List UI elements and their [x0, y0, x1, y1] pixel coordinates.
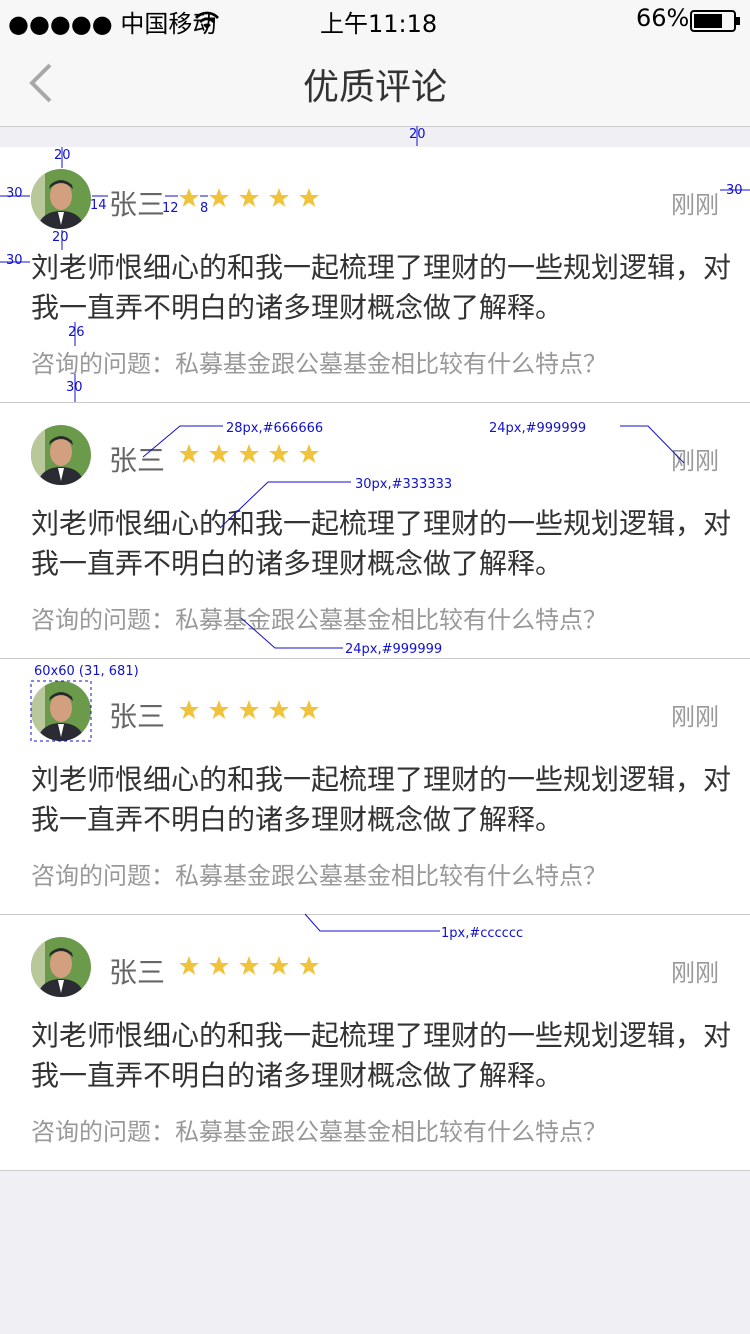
consult-question: 咨询的问题：私募基金跟公墓基金相比较有什么特点？: [31, 1118, 607, 1146]
rating-stars: [178, 187, 320, 213]
star-icon: [299, 444, 319, 463]
clock: 上午11:18: [320, 10, 438, 38]
commenter-name: 张三: [109, 700, 166, 733]
star-icon: [269, 956, 289, 975]
rating-stars: [178, 699, 320, 725]
comment-item: 张三 刚刚 刘老师恨细心的和我一起梳理了理财的一些规划逻辑，对我一直弄不明白的诸…: [0, 659, 750, 915]
consult-question: 咨询的问题：私募基金跟公墓基金相比较有什么特点？: [31, 350, 607, 378]
star-icon: [209, 700, 229, 719]
star-icon: [209, 444, 229, 463]
consult-question: 咨询的问题：私募基金跟公墓基金相比较有什么特点？: [31, 862, 607, 890]
avatar[interactable]: [31, 425, 91, 485]
star-icon: [239, 700, 259, 719]
star-icon: [239, 188, 259, 207]
star-icon: [239, 956, 259, 975]
star-icon: [179, 444, 199, 463]
avatar[interactable]: [31, 681, 91, 741]
wifi-icon: [195, 11, 219, 29]
star-icon: [179, 700, 199, 719]
star-icon: [239, 444, 259, 463]
star-icon: [209, 956, 229, 975]
star-icon: [299, 700, 319, 719]
comment-content: 刘老师恨细心的和我一起梳理了理财的一些规划逻辑，对我一直弄不明白的诸多理财概念做…: [31, 1019, 732, 1092]
rating-stars: [178, 955, 320, 981]
star-icon: [179, 188, 199, 207]
comment-time: 刚刚: [671, 959, 719, 987]
commenter-name: 张三: [109, 444, 166, 477]
commenter-name: 张三: [109, 956, 166, 989]
comment-item: 张三 刚刚 刘老师恨细心的和我一起梳理了理财的一些规划逻辑，对我一直弄不明白的诸…: [0, 403, 750, 659]
comment-item: 张三 刚刚 刘老师恨细心的和我一起梳理了理财的一些规划逻辑，对我一直弄不明白的诸…: [0, 915, 750, 1171]
comment-content: 刘老师恨细心的和我一起梳理了理财的一些规划逻辑，对我一直弄不明白的诸多理财概念做…: [31, 507, 732, 580]
battery-percent: 66%: [636, 4, 690, 32]
comment-content: 刘老师恨细心的和我一起梳理了理财的一些规划逻辑，对我一直弄不明白的诸多理财概念做…: [31, 251, 732, 324]
comment-time: 刚刚: [671, 447, 719, 475]
star-icon: [299, 188, 319, 207]
star-icon: [209, 188, 229, 207]
comment-item: 张三 刚刚 刘老师恨细心的和我一起梳理了理财的一些规划逻辑，对我一直弄不明白的诸…: [0, 147, 750, 403]
nav-bar: 优质评论: [0, 40, 750, 127]
page-title: 优质评论: [302, 67, 447, 108]
avatar[interactable]: [31, 169, 91, 229]
status-bar: ●●●●● 中国移动 上午11:18 66%: [0, 0, 750, 40]
rating-stars: [178, 443, 320, 469]
avatar[interactable]: [31, 937, 91, 997]
comment-time: 刚刚: [671, 703, 719, 731]
carrier-label: ●●●●● 中国移动: [8, 10, 217, 38]
star-icon: [299, 956, 319, 975]
star-icon: [269, 188, 289, 207]
comment-content: 刘老师恨细心的和我一起梳理了理财的一些规划逻辑，对我一直弄不明白的诸多理财概念做…: [31, 763, 732, 836]
star-icon: [269, 700, 289, 719]
annotation-gap-top: 20: [409, 127, 426, 142]
battery-icon: [690, 10, 740, 32]
star-icon: [179, 956, 199, 975]
commenter-name: 张三: [109, 188, 166, 221]
comment-time: 刚刚: [671, 191, 719, 219]
star-icon: [269, 444, 289, 463]
comment-list: 张三 刚刚 刘老师恨细心的和我一起梳理了理财的一些规划逻辑，对我一直弄不明白的诸…: [0, 147, 750, 1171]
consult-question: 咨询的问题：私募基金跟公墓基金相比较有什么特点？: [31, 606, 607, 634]
